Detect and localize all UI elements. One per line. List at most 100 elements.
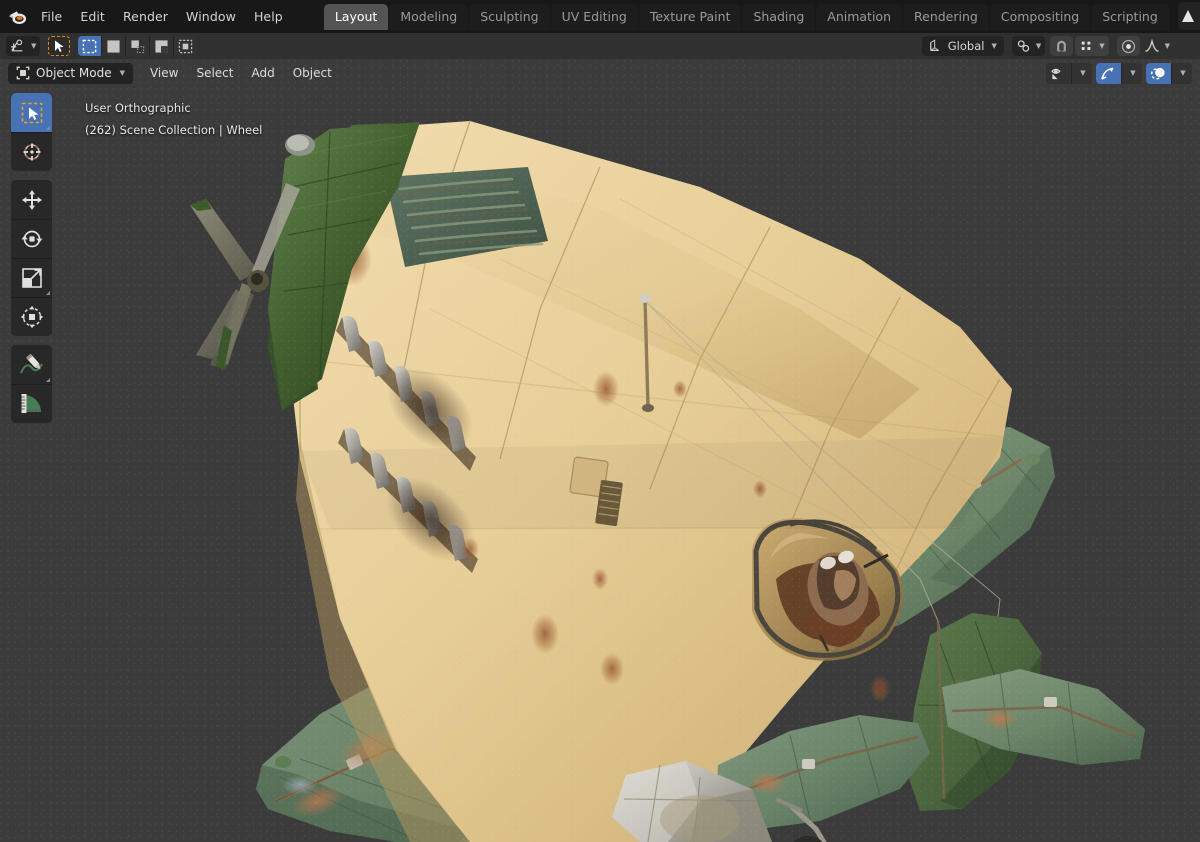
- tab-compositing[interactable]: Compositing: [989, 3, 1091, 30]
- menu-file[interactable]: File: [32, 5, 71, 28]
- transform-orientation-dropdown[interactable]: Global ▼: [921, 36, 1004, 56]
- show-overlays-icon: [1150, 67, 1165, 80]
- orientation-global-icon: [929, 39, 939, 51]
- menu-window[interactable]: Window: [177, 5, 245, 28]
- interaction-mode-dropdown[interactable]: Object Mode ▼: [8, 62, 133, 84]
- 3d-cursor-icon: [23, 143, 40, 161]
- transform-orientation-value: Global: [947, 39, 985, 53]
- move-arrows-icon: [21, 189, 42, 210]
- viewport-menu-add[interactable]: Add: [243, 63, 284, 83]
- tool-tweak-select-box[interactable]: [11, 93, 52, 132]
- tool-cursor[interactable]: [11, 132, 52, 171]
- snap-increment-icon: [1081, 41, 1091, 51]
- tool-settings-bar[interactable]: ▼ Global ▼ ▼ ▼ ▼: [0, 33, 1200, 59]
- chevron-down-icon: ▼: [1164, 42, 1170, 50]
- tab-animation[interactable]: Animation: [816, 3, 902, 30]
- proportional-falloff-dropdown[interactable]: ▼: [1140, 36, 1174, 56]
- proportional-editing-icon: [1121, 39, 1135, 53]
- tool-annotate[interactable]: [11, 345, 52, 384]
- interaction-mode-value: Object Mode: [36, 66, 112, 80]
- select-box-cursor-icon: [21, 102, 42, 123]
- show-gizmo-icon: [1101, 67, 1114, 80]
- chevron-down-icon: ▼: [1180, 69, 1186, 77]
- overlays-group[interactable]: ▼: [1146, 62, 1192, 84]
- chevron-down-icon: ▼: [1035, 42, 1042, 50]
- tool-move[interactable]: [11, 180, 52, 219]
- tool-group-transform: [11, 180, 52, 336]
- snap-magnet-icon: [1057, 40, 1067, 52]
- chevron-down-icon: ▼: [31, 42, 37, 50]
- select-intersect-button[interactable]: [174, 36, 198, 56]
- snap-magnet-toggle[interactable]: [1050, 36, 1074, 56]
- chevron-down-icon: ▼: [1130, 69, 1136, 77]
- tweak-cursor-icon: [55, 40, 64, 52]
- object-mode-icon: [16, 66, 30, 80]
- blender-window: User Orthographic (262) Scene Collection…: [0, 0, 1200, 842]
- scene-icon: [1182, 10, 1194, 22]
- chevron-down-icon: ▼: [1080, 69, 1086, 77]
- select-extend-button[interactable]: [102, 36, 126, 56]
- 3d-viewport[interactable]: User Orthographic (262) Scene Collection…: [0, 59, 1200, 842]
- viewport-menu-view[interactable]: View: [141, 63, 187, 83]
- viewport-toolbar[interactable]: [11, 93, 52, 432]
- tab-layout[interactable]: Layout: [323, 3, 389, 30]
- tab-texture-paint[interactable]: Texture Paint: [638, 3, 742, 30]
- object-visibility-dropdown[interactable]: ▼: [1072, 62, 1092, 84]
- select-extend-icon: [131, 39, 145, 53]
- tool-measure[interactable]: [11, 384, 52, 423]
- select-invert-button[interactable]: [150, 36, 174, 56]
- viewport-header-right[interactable]: ▼ ▼ ▼: [1046, 62, 1192, 84]
- blender-logo-icon[interactable]: [8, 4, 28, 30]
- tool-submenu-corner: [46, 378, 50, 382]
- object-type-visibility-icon: [1051, 68, 1061, 80]
- select-set-button[interactable]: [78, 36, 102, 56]
- tool-scale[interactable]: [11, 258, 52, 297]
- chevron-down-icon: ▼: [1099, 42, 1105, 50]
- gizmo-group[interactable]: ▼: [1096, 62, 1142, 84]
- gizmo-dropdown[interactable]: ▼: [1122, 62, 1142, 84]
- annotate-pencil-icon: [19, 353, 43, 373]
- show-overlays-toggle[interactable]: [1146, 62, 1171, 84]
- select-subtract-button[interactable]: [126, 36, 150, 56]
- show-gizmo-toggle[interactable]: [1096, 62, 1121, 84]
- menu-bar[interactable]: File Edit Render Window Help Layout Mode…: [0, 0, 1200, 33]
- object-visibility-group[interactable]: ▼: [1046, 62, 1092, 84]
- scale-corner-icon: [21, 268, 42, 288]
- object-type-visibility-toggle[interactable]: [1046, 62, 1071, 84]
- tool-group-annotate: [11, 345, 52, 423]
- scene-corner-widget[interactable]: [1178, 2, 1200, 30]
- snap-target-dropdown[interactable]: ▼: [1011, 36, 1046, 56]
- active-tool-button[interactable]: ▼: [6, 36, 41, 56]
- rotate-circle-icon: [21, 230, 42, 248]
- select-subtract-icon: [155, 39, 168, 53]
- workspace-tabs[interactable]: Layout Modeling Sculpting UV Editing Tex…: [323, 3, 1200, 30]
- viewport-header[interactable]: Object Mode ▼ View Select Add Object ▼ ▼…: [0, 59, 1200, 87]
- snap-target-icon: [1017, 40, 1030, 52]
- select-new-icon: [107, 39, 120, 53]
- menu-edit[interactable]: Edit: [71, 5, 114, 28]
- overlays-dropdown[interactable]: ▼: [1172, 62, 1192, 84]
- tool-transform[interactable]: [11, 297, 52, 336]
- select-mode-group[interactable]: [78, 36, 198, 56]
- tab-scripting[interactable]: Scripting: [1091, 3, 1169, 30]
- viewport-menu-object[interactable]: Object: [284, 63, 341, 83]
- aircraft-3d-model: [190, 120, 1145, 842]
- tool-cursor-mode-button[interactable]: [48, 36, 71, 56]
- chevron-down-icon: ▼: [991, 42, 997, 50]
- tool-group-select: [11, 93, 52, 171]
- tab-modeling[interactable]: Modeling: [389, 3, 469, 30]
- snap-mode-dropdown[interactable]: ▼: [1075, 36, 1109, 56]
- tab-rendering[interactable]: Rendering: [903, 3, 989, 30]
- tab-sculpting[interactable]: Sculpting: [469, 3, 550, 30]
- tool-rotate[interactable]: [11, 219, 52, 258]
- transform-all-icon: [20, 305, 43, 329]
- proportional-editing-toggle[interactable]: [1116, 36, 1140, 56]
- tab-shading[interactable]: Shading: [742, 3, 816, 30]
- chevron-down-icon: ▼: [119, 69, 125, 77]
- viewport-menu-select[interactable]: Select: [187, 63, 242, 83]
- tweak-cursor-icon: [11, 39, 23, 52]
- tab-uv-editing[interactable]: UV Editing: [550, 3, 638, 30]
- menu-help[interactable]: Help: [245, 5, 292, 28]
- select-difference-icon: [179, 39, 193, 53]
- menu-render[interactable]: Render: [114, 5, 177, 28]
